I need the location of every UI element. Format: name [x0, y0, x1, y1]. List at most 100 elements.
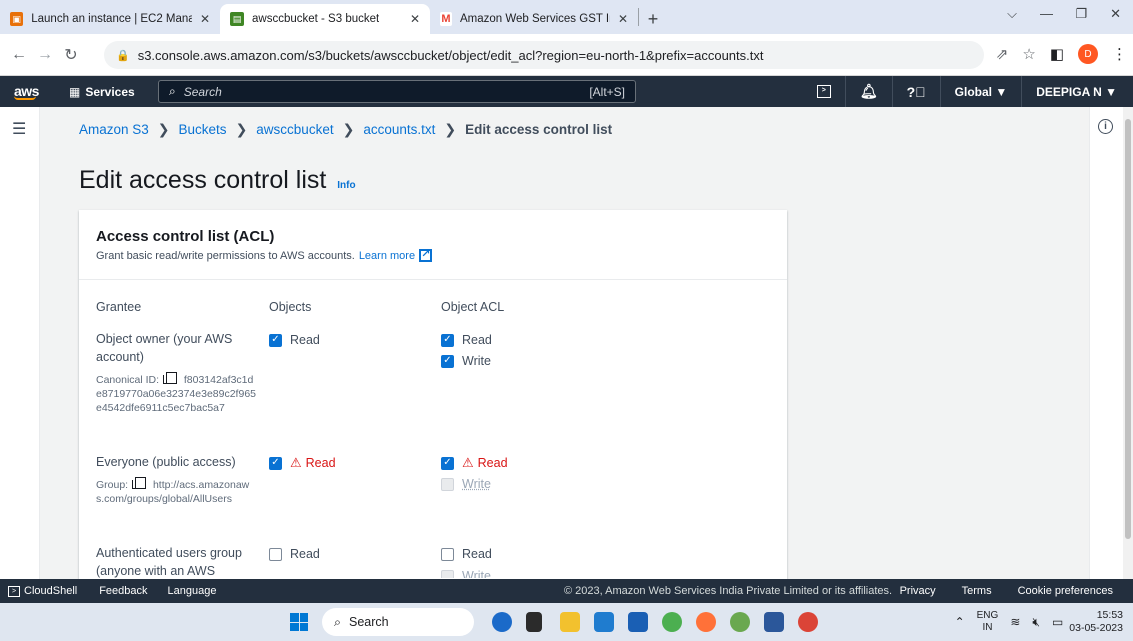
task-view-icon[interactable]	[526, 612, 542, 632]
cookie-preferences-link[interactable]: Cookie preferences	[1018, 585, 1113, 597]
bing-icon[interactable]	[492, 612, 512, 632]
group-uri: Group: http://acs.amazonaws.com/groups/g…	[96, 477, 256, 506]
tab-s3[interactable]: ▤ awsccbucket - S3 bucket ✕	[220, 4, 430, 34]
app-icon[interactable]	[730, 612, 750, 632]
taskbar-search[interactable]: ⌕ Search	[322, 608, 474, 636]
chevron-right-icon: ❯	[157, 121, 170, 137]
group-label: Group:	[96, 479, 129, 491]
menu-kebab-icon[interactable]: ⋮	[1112, 45, 1127, 63]
grantee-object-owner: Object owner (your AWS account) Canonica…	[96, 330, 256, 415]
checkbox-label: Read	[462, 333, 492, 347]
cloudshell-footer-button[interactable]: > CloudShell	[8, 585, 77, 597]
sidepanel-icon[interactable]: ◧	[1050, 45, 1064, 63]
checkbox-label: Read	[305, 456, 336, 470]
page-title: Edit access control list Info	[79, 166, 356, 195]
close-icon[interactable]: ✕	[618, 12, 628, 26]
copy-icon[interactable]	[132, 477, 147, 489]
owner-acl-read-checkbox[interactable]: ✓ Read	[441, 330, 492, 350]
services-button[interactable]: ▦ Services	[69, 85, 135, 99]
aws-logo[interactable]: aws	[0, 83, 39, 100]
info-panel-icon[interactable]: i	[1098, 119, 1113, 134]
auth-objects-read-checkbox[interactable]: Read	[269, 544, 320, 564]
column-grantee: Grantee	[96, 300, 142, 314]
everyone-objects-cell: ✓ ⚠ Read	[269, 453, 336, 473]
vscode-icon[interactable]	[594, 612, 614, 632]
breadcrumb-amazon-s3[interactable]: Amazon S3	[79, 122, 149, 137]
profile-avatar[interactable]: D	[1078, 44, 1098, 64]
tab-title: Amazon Web Services GST Invoic	[459, 13, 610, 25]
grantee-name: Everyone (public access)	[96, 455, 236, 469]
tab-gmail[interactable]: M Amazon Web Services GST Invoic ✕	[430, 4, 638, 34]
owner-acl-write-checkbox[interactable]: ✓ Write	[441, 351, 492, 371]
notifications-button[interactable]: 🔔︎	[844, 76, 892, 107]
breadcrumb-buckets[interactable]: Buckets	[179, 122, 227, 137]
chevron-up-icon[interactable]: ⌃	[955, 615, 965, 629]
tab-ec2[interactable]: ▣ Launch an instance | EC2 Manag ✕	[0, 4, 220, 34]
windows-start-icon[interactable]	[290, 613, 308, 631]
feedback-link[interactable]: Feedback	[99, 585, 147, 597]
page-scrollbar[interactable]	[1123, 107, 1133, 579]
store-icon[interactable]	[628, 612, 648, 632]
close-icon[interactable]: ✕	[200, 12, 210, 26]
external-link-icon[interactable]	[419, 247, 433, 262]
breadcrumb-object[interactable]: accounts.txt	[363, 122, 435, 137]
hamburger-menu-icon[interactable]: ☰	[12, 119, 26, 139]
tab-search-icon[interactable]: ⌵	[1007, 6, 1017, 22]
language-link[interactable]: Language	[168, 585, 217, 597]
url-text: s3.console.aws.amazon.com/s3/buckets/aws…	[137, 47, 764, 63]
s3-favicon-icon: ▤	[230, 12, 244, 26]
new-tab-button[interactable]: +	[639, 4, 667, 34]
auth-acl-write-checkbox[interactable]: Write	[441, 566, 492, 578]
copy-icon[interactable]	[162, 372, 177, 384]
info-link[interactable]: Info	[337, 180, 355, 191]
wifi-icon[interactable]: ≋	[1010, 615, 1020, 629]
help-icon: ?⃝	[906, 83, 926, 100]
acl-card-header: Access control list (ACL) Grant basic re…	[79, 210, 787, 280]
grantee-name: Authenticated users group (anyone with a…	[96, 546, 242, 578]
chrome-profile-icon[interactable]	[798, 612, 818, 632]
scrollbar-thumb[interactable]	[1125, 119, 1131, 539]
word-icon[interactable]	[764, 612, 784, 632]
lang-bottom: IN	[982, 622, 993, 633]
everyone-acl-read-checkbox[interactable]: ✓ ⚠ Read	[441, 453, 508, 473]
bookmark-star-icon[interactable]: ☆	[1022, 45, 1035, 63]
file-explorer-icon[interactable]	[560, 612, 580, 632]
check-icon: ✓	[441, 456, 454, 470]
minimize-icon[interactable]: —	[1040, 6, 1053, 21]
breadcrumb: Amazon S3 ❯ Buckets ❯ awsccbucket ❯ acco…	[79, 121, 612, 138]
checkbox-box	[441, 547, 454, 561]
everyone-acl-write-checkbox[interactable]: Write	[441, 474, 508, 494]
aws-search-input[interactable]: ⌕ Search [Alt+S]	[158, 80, 636, 103]
share-icon[interactable]: ⇗	[996, 45, 1009, 63]
chevron-right-icon: ❯	[235, 121, 248, 137]
volume-muted-icon[interactable]: 🔇︎	[1032, 615, 1040, 630]
breadcrumb-bucket[interactable]: awsccbucket	[256, 122, 333, 137]
owner-objects-read-checkbox[interactable]: ✓ Read	[269, 330, 320, 350]
battery-icon[interactable]: ▭	[1052, 615, 1063, 629]
language-indicator[interactable]: ENG IN	[977, 610, 999, 634]
lock-icon: 🔒	[116, 49, 130, 62]
reload-icon[interactable]: ↻	[58, 45, 84, 65]
auth-acl-read-checkbox[interactable]: Read	[441, 544, 492, 564]
checkbox-label: Read	[462, 547, 492, 561]
help-button[interactable]: ?⃝	[891, 76, 940, 107]
close-icon[interactable]: ✕	[410, 12, 420, 26]
back-icon[interactable]: ←	[6, 46, 32, 64]
account-menu[interactable]: DEEPIGA N ▼	[1021, 76, 1133, 107]
checkbox-box	[269, 547, 282, 561]
clock[interactable]: 15:53 03-05-2023	[1069, 609, 1123, 635]
checkbox-label: Write	[462, 569, 491, 578]
learn-more-link[interactable]: Learn more	[359, 250, 415, 262]
window-close-icon[interactable]: ✕	[1110, 6, 1121, 22]
region-selector[interactable]: Global ▼	[939, 76, 1022, 107]
terms-link[interactable]: Terms	[962, 585, 992, 597]
firefox-icon[interactable]	[696, 612, 716, 632]
cloudshell-button[interactable]: >	[803, 76, 845, 107]
forward-icon[interactable]: →	[32, 46, 58, 64]
chrome-icon[interactable]	[662, 612, 682, 632]
privacy-link[interactable]: Privacy	[900, 585, 936, 597]
search-icon: ⌕	[169, 84, 176, 98]
restore-icon[interactable]: ❐	[1075, 6, 1087, 22]
address-bar[interactable]: 🔒 s3.console.aws.amazon.com/s3/buckets/a…	[104, 41, 984, 69]
everyone-objects-read-checkbox[interactable]: ✓ ⚠ Read	[269, 453, 336, 473]
